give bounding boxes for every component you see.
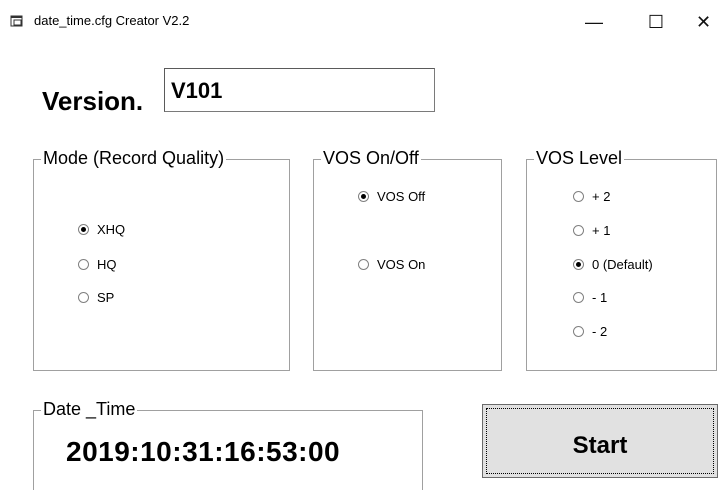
vos-level-group-title: VOS Level [534, 147, 625, 169]
minimize-button[interactable]: — [571, 0, 617, 44]
radio-vos-off[interactable]: VOS Off [358, 189, 425, 204]
radio-level-minus2[interactable]: - 2 [573, 324, 607, 339]
radio-indicator[interactable] [573, 292, 584, 303]
radio-label: SP [97, 290, 115, 305]
datetime-group-title: Date _Time [41, 398, 138, 420]
radio-indicator[interactable] [573, 259, 584, 270]
radio-indicator[interactable] [358, 259, 369, 270]
radio-label: + 1 [592, 223, 611, 238]
radio-indicator[interactable] [78, 292, 89, 303]
version-input[interactable] [164, 68, 435, 112]
radio-indicator[interactable] [573, 191, 584, 202]
radio-label: - 1 [592, 290, 608, 305]
radio-hq[interactable]: HQ [78, 257, 117, 272]
radio-level-0[interactable]: 0 (Default) [573, 257, 653, 272]
vos-onoff-group-title: VOS On/Off [321, 147, 421, 169]
maximize-button[interactable]: ☐ [633, 0, 679, 44]
radio-xhq[interactable]: XHQ [78, 222, 125, 237]
radio-level-plus2[interactable]: + 2 [573, 189, 610, 204]
radio-label: 0 (Default) [592, 257, 653, 272]
radio-indicator[interactable] [358, 191, 369, 202]
radio-label: HQ [97, 257, 117, 272]
window-title: date_time.cfg Creator V2.2 [34, 13, 190, 28]
radio-label: VOS Off [377, 189, 426, 204]
mode-group: Mode (Record Quality) [33, 147, 290, 371]
version-label: Version. [42, 86, 144, 116]
radio-label: XHQ [97, 222, 126, 237]
radio-level-plus1[interactable]: + 1 [573, 223, 610, 238]
radio-indicator[interactable] [573, 326, 584, 337]
radio-indicator[interactable] [573, 225, 584, 236]
start-button[interactable]: Start [482, 404, 718, 478]
title-bar: date_time.cfg Creator V2.2 — ☐ ✕ [0, 0, 724, 44]
radio-label: VOS On [377, 257, 426, 272]
radio-vos-on[interactable]: VOS On [358, 257, 425, 272]
app-window-icon [10, 15, 23, 27]
radio-sp[interactable]: SP [78, 290, 114, 305]
datetime-value: 2019:10:31:16:53:00 [66, 436, 341, 467]
radio-indicator[interactable] [78, 224, 89, 235]
radio-indicator[interactable] [78, 259, 89, 270]
radio-level-minus1[interactable]: - 1 [573, 290, 607, 305]
start-button-label: Start [572, 432, 628, 459]
mode-group-title: Mode (Record Quality) [41, 147, 227, 169]
radio-label: + 2 [592, 189, 611, 204]
close-button[interactable]: ✕ [696, 0, 724, 44]
radio-label: - 2 [592, 324, 608, 339]
